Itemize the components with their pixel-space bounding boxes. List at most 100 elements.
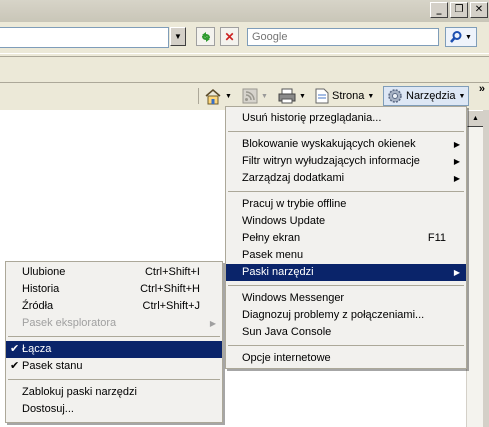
menu-item-lock-toolbars[interactable]: Zablokuj paski narzędzi [6, 384, 222, 401]
menu-item-popup-blocker[interactable]: Blokowanie wyskakujących okienek ▶ [226, 136, 466, 153]
menu-item-label: Windows Messenger [242, 292, 345, 304]
menu-item-label: Diagnozuj problemy z połączeniami... [242, 309, 425, 321]
menu-item-diagnose-connection[interactable]: Diagnozuj problemy z połączeniami... [226, 307, 466, 324]
feeds-button[interactable]: ▼ [242, 86, 268, 106]
menu-item-history[interactable]: Historia Ctrl+Shift+H [6, 281, 222, 298]
address-dropdown-button[interactable]: ▼ [170, 27, 186, 46]
menu-item-label: Źródła [22, 300, 54, 312]
tools-menu-button[interactable]: Narzędzia ▼ [383, 86, 470, 106]
menu-item-label: Pracuj w trybie offline [242, 198, 347, 210]
close-icon: ✕ [474, 4, 484, 15]
home-button[interactable]: ▼ [204, 86, 232, 106]
menu-item-shortcut: Ctrl+Shift+J [142, 300, 200, 312]
menu-item-label: Windows Update [242, 215, 326, 227]
menu-item-label: Dostosuj... [22, 403, 74, 415]
chevron-down-icon: ▼ [367, 92, 375, 100]
toolbar-overflow-button[interactable]: » [479, 83, 485, 95]
gear-icon [388, 89, 402, 103]
menu-item-label: Pasek stanu [22, 360, 83, 372]
menu-item-label: Sun Java Console [242, 326, 332, 338]
menu-separator [228, 345, 464, 346]
minimize-button[interactable]: _ [430, 2, 448, 18]
print-button[interactable]: ▼ [278, 86, 306, 106]
menu-item-windows-update[interactable]: Windows Update [226, 213, 466, 230]
tools-menu-label: Narzędzia [406, 90, 456, 102]
menu-item-explorer-bar[interactable]: Pasek eksploratora ▶ [6, 315, 222, 332]
page-icon [315, 88, 329, 104]
chevron-down-icon: ▼ [299, 92, 306, 100]
menu-item-label: Łącza [22, 343, 52, 355]
menu-separator [8, 336, 220, 337]
address-bar: ▼ ✕ ▼ [0, 22, 489, 52]
menu-item-shortcut: Ctrl+Shift+I [144, 266, 200, 278]
refresh-button[interactable] [196, 27, 215, 46]
menu-item-delete-history[interactable]: Usuń historię przeglądania... [226, 110, 466, 127]
search-input[interactable] [247, 28, 439, 46]
menu-item-label: Historia [22, 283, 60, 295]
rss-feed-icon [242, 88, 258, 104]
separator [198, 86, 199, 106]
menu-item-label: Blokowanie wyskakujących okienek [242, 138, 416, 150]
links-toolbar [0, 57, 489, 83]
submenu-arrow-icon: ▶ [209, 319, 216, 328]
chevron-down-icon: ▼ [261, 92, 268, 100]
menu-item-manage-addons[interactable]: Zarządzaj dodatkami ▶ [226, 170, 466, 187]
menu-item-phishing-filter[interactable]: Filtr witryn wyłudzających informacje ▶ [226, 153, 466, 170]
menu-item-work-offline[interactable]: Pracuj w trybie offline [226, 196, 466, 213]
menu-item-label: Pełny ekran [242, 232, 301, 244]
submenu-arrow-icon: ▶ [453, 174, 460, 183]
submenu-arrow-icon: ▶ [453, 157, 460, 166]
search-button[interactable]: ▼ [445, 27, 477, 47]
close-button[interactable]: ✕ [470, 2, 488, 18]
menu-item-customize[interactable]: Dostosuj... [6, 401, 222, 418]
stop-icon: ✕ [224, 29, 235, 44]
menu-item-windows-messenger[interactable]: Windows Messenger [226, 290, 466, 307]
checkmark-icon: ✔ [10, 360, 20, 372]
maximize-icon: ❐ [454, 4, 464, 15]
scroll-up-button[interactable]: ▲ [467, 110, 484, 127]
menu-item-shortcut: Ctrl+Shift+H [140, 283, 200, 295]
chevron-down-icon: ▼ [465, 33, 472, 41]
page-menu-button[interactable]: Strona ▼ [315, 86, 374, 106]
menu-item-label: Pasek eksploratora [22, 317, 117, 329]
tools-menu: Usuń historię przeglądania... Blokowanie… [225, 106, 467, 369]
chevron-down-icon: ▼ [458, 92, 466, 100]
menu-item-label: Opcje internetowe [242, 352, 331, 364]
refresh-icon [201, 31, 210, 42]
menu-item-label: Ulubione [22, 266, 66, 278]
title-bar: _ ❐ ✕ [0, 0, 489, 22]
menu-separator [8, 379, 220, 380]
search-icon [450, 31, 462, 43]
chevron-down-icon: ▼ [174, 32, 182, 41]
chevron-down-icon: ▼ [225, 92, 232, 100]
menu-item-links[interactable]: ✔ Łącza [6, 341, 222, 358]
window-border [483, 110, 489, 427]
address-input[interactable] [0, 27, 169, 48]
menu-item-shortcut: F11 [427, 232, 446, 244]
menu-item-internet-options[interactable]: Opcje internetowe [226, 350, 466, 367]
vertical-scrollbar[interactable]: ▲ [466, 110, 484, 427]
toolbars-submenu: Ulubione Ctrl+Shift+I Historia Ctrl+Shift+… [5, 261, 223, 423]
page-menu-label: Strona [332, 90, 365, 102]
menu-item-status-bar[interactable]: ✔ Pasek stanu [6, 358, 222, 375]
printer-icon [278, 88, 296, 104]
divider [0, 53, 489, 54]
menu-separator [228, 285, 464, 286]
menu-item-menu-bar[interactable]: Pasek menu [226, 247, 466, 264]
menu-separator [228, 131, 464, 132]
menu-item-label: Paski narzędzi [242, 266, 314, 278]
menu-item-label: Zarządzaj dodatkami [242, 172, 345, 184]
menu-item-label: Usuń historię przeglądania... [242, 112, 382, 124]
menu-item-java-console[interactable]: Sun Java Console [226, 324, 466, 341]
submenu-arrow-icon: ▶ [453, 140, 460, 149]
menu-separator [228, 191, 464, 192]
minimize-icon: _ [436, 4, 442, 15]
menu-item-feeds[interactable]: Źródła Ctrl+Shift+J [6, 298, 222, 315]
submenu-arrow-icon: ▶ [453, 268, 460, 277]
menu-item-favorites[interactable]: Ulubione Ctrl+Shift+I [6, 264, 222, 281]
chevron-up-icon: ▲ [472, 115, 479, 122]
menu-item-full-screen[interactable]: Pełny ekran F11 [226, 230, 466, 247]
menu-item-toolbars[interactable]: Paski narzędzi ▶ [226, 264, 466, 281]
maximize-button[interactable]: ❐ [450, 2, 468, 18]
stop-button[interactable]: ✕ [220, 27, 239, 46]
